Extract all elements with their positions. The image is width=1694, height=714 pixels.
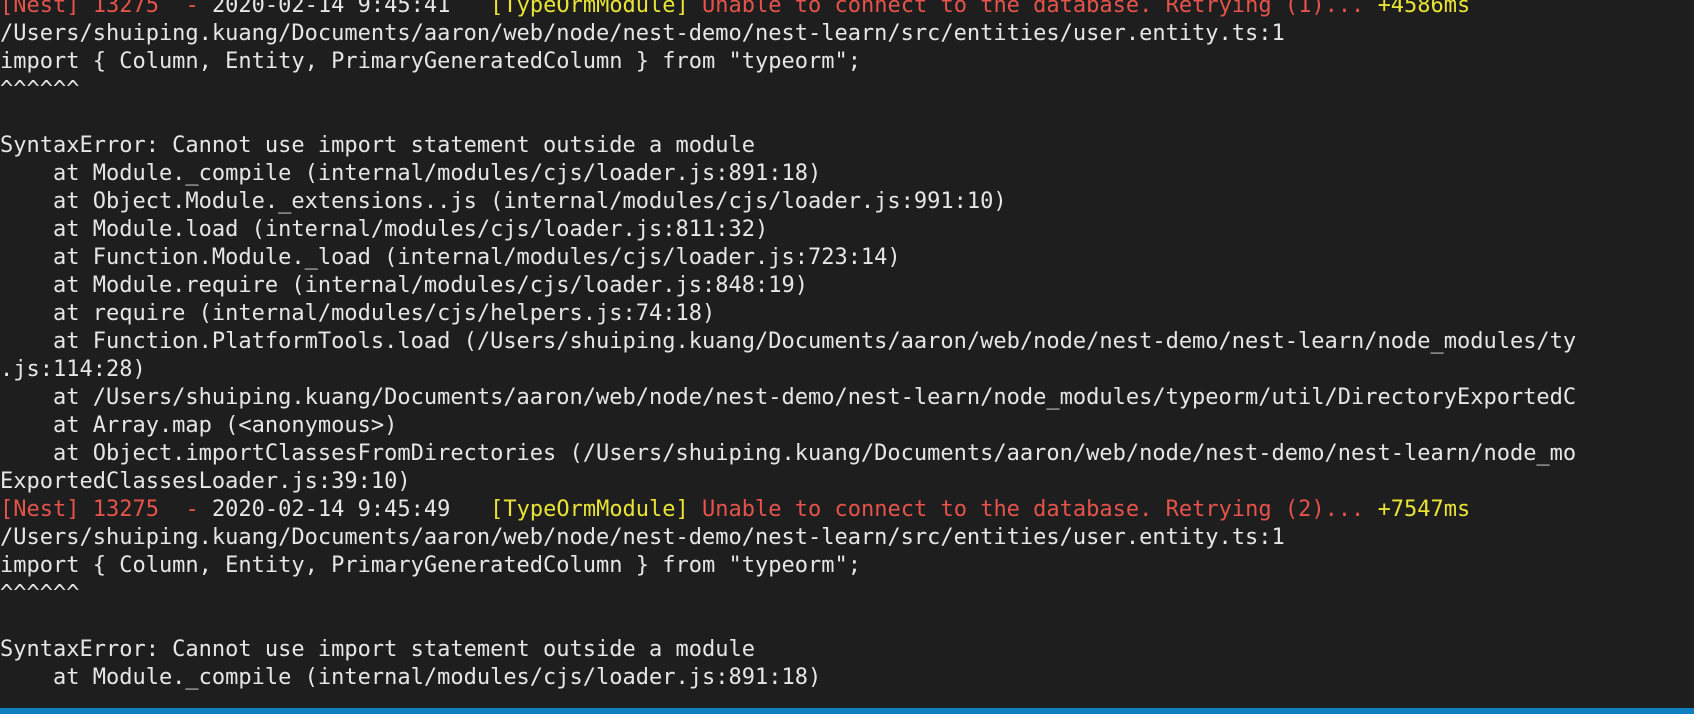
terminal-line: at /Users/shuiping.kuang/Documents/aaron…: [0, 384, 1576, 412]
terminal-line-text: ^^^^^^: [0, 581, 80, 606]
terminal-line-text: ExportedClassesLoader.js:39:10): [0, 469, 411, 494]
terminal-line-text: at /Users/shuiping.kuang/Documents/aaron…: [0, 385, 1577, 410]
nest-message: Unable to connect to the database. Retry…: [702, 497, 1365, 522]
terminal-line: .js:114:28): [0, 356, 1576, 384]
terminal-line: ^^^^^^: [0, 76, 1576, 104]
terminal-line: at Module.require (internal/modules/cjs/…: [0, 272, 1576, 300]
terminal-output[interactable]: [Nest] 13275 - 2020-02-14 9:45:41 [TypeO…: [0, 0, 1694, 708]
terminal-line: at Module._compile (internal/modules/cjs…: [0, 160, 1576, 188]
terminal-line: at Object.Module._extensions..js (intern…: [0, 188, 1576, 216]
terminal-line-text: at Object.Module._extensions..js (intern…: [0, 189, 1007, 214]
terminal-line-text: import { Column, Entity, PrimaryGenerate…: [0, 49, 861, 74]
terminal-line-text: at Module.load (internal/modules/cjs/loa…: [0, 217, 769, 242]
terminal-line-text: at Object.importClassesFromDirectories (…: [0, 441, 1577, 466]
terminal-line-text: import { Column, Entity, PrimaryGenerate…: [0, 553, 861, 578]
nest-separator: -: [158, 0, 212, 18]
terminal-line-text: ^^^^^^: [0, 77, 80, 102]
terminal-line-text: /Users/shuiping.kuang/Documents/aaron/we…: [0, 525, 1285, 550]
terminal-line: import { Column, Entity, PrimaryGenerate…: [0, 552, 1576, 580]
terminal-line-text: SyntaxError: Cannot use import statement…: [0, 637, 755, 662]
terminal-line: at Function.PlatformTools.load (/Users/s…: [0, 328, 1576, 356]
terminal-line-text: /Users/shuiping.kuang/Documents/aaron/we…: [0, 21, 1285, 46]
nest-log-line: [Nest] 13275 - 2020-02-14 9:45:41 [TypeO…: [0, 0, 1576, 20]
terminal-line: ExportedClassesLoader.js:39:10): [0, 468, 1576, 496]
nest-elapsed: +7547ms: [1377, 497, 1471, 522]
terminal-line-text: at Module._compile (internal/modules/cjs…: [0, 161, 822, 186]
terminal-line: ^^^^^^: [0, 580, 1576, 608]
terminal-line: import { Column, Entity, PrimaryGenerate…: [0, 48, 1576, 76]
terminal-line-text: at Module._compile (internal/modules/cjs…: [0, 665, 822, 690]
terminal-line: at Object.importClassesFromDirectories (…: [0, 440, 1576, 468]
terminal-line: /Users/shuiping.kuang/Documents/aaron/we…: [0, 20, 1576, 48]
terminal-lines: [Nest] 13275 - 2020-02-14 9:45:41 [TypeO…: [0, 0, 1576, 692]
nest-timestamp: 2020-02-14 9:45:49: [211, 497, 451, 522]
nest-module: [TypeOrmModule]: [490, 0, 689, 18]
nest-message: Unable to connect to the database. Retry…: [702, 0, 1365, 18]
terminal-line: SyntaxError: Cannot use import statement…: [0, 636, 1576, 664]
terminal-line-text: .js:114:28): [0, 357, 146, 382]
nest-elapsed: +4586ms: [1377, 0, 1471, 18]
nest-module: [TypeOrmModule]: [490, 497, 689, 522]
terminal-line-text: at Array.map (<anonymous>): [0, 413, 398, 438]
terminal-line: at Module._compile (internal/modules/cjs…: [0, 664, 1576, 692]
status-bar: [0, 708, 1694, 714]
terminal-line: at Function.Module._load (internal/modul…: [0, 244, 1576, 272]
terminal-line: at require (internal/modules/cjs/helpers…: [0, 300, 1576, 328]
nest-timestamp: 2020-02-14 9:45:41: [211, 0, 451, 18]
terminal-line-text: at Module.require (internal/modules/cjs/…: [0, 273, 808, 298]
terminal-line: SyntaxError: Cannot use import statement…: [0, 132, 1576, 160]
nest-prefix: [Nest] 13275: [0, 0, 159, 18]
terminal-line-text: at require (internal/modules/cjs/helpers…: [0, 301, 716, 326]
terminal-line: at Array.map (<anonymous>): [0, 412, 1576, 440]
nest-prefix: [Nest] 13275: [0, 497, 159, 522]
terminal-line: /Users/shuiping.kuang/Documents/aaron/we…: [0, 524, 1576, 552]
nest-log-line: [Nest] 13275 - 2020-02-14 9:45:49 [TypeO…: [0, 496, 1576, 524]
terminal-line: at Module.load (internal/modules/cjs/loa…: [0, 216, 1576, 244]
terminal-line-text: at Function.PlatformTools.load (/Users/s…: [0, 329, 1577, 354]
nest-separator: -: [158, 497, 212, 522]
terminal-line-text: at Function.Module._load (internal/modul…: [0, 245, 901, 270]
terminal-line-text: SyntaxError: Cannot use import statement…: [0, 133, 755, 158]
